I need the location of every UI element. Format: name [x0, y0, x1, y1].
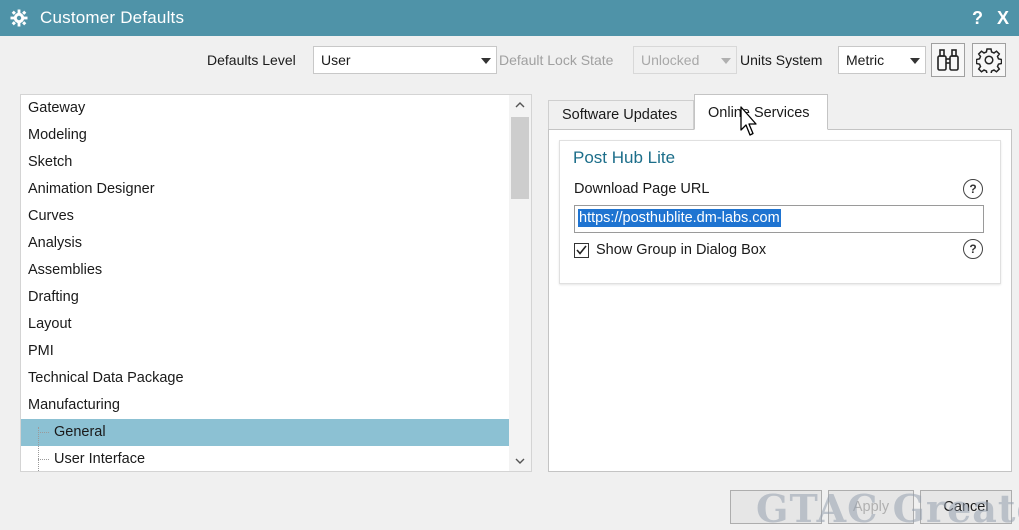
units-system-label: Units System: [740, 52, 823, 68]
chevron-up-icon: [515, 102, 525, 108]
tree-scrollbar[interactable]: [509, 95, 531, 471]
chevron-down-icon: [481, 58, 491, 64]
tree-item-gateway[interactable]: Gateway: [21, 95, 509, 122]
post-hub-lite-group: Post Hub Lite Download Page URL ? https:…: [559, 140, 1001, 284]
tree-item-label: Curves: [28, 208, 74, 224]
lock-state-value: Unlocked: [641, 52, 700, 68]
binoculars-icon: [937, 49, 959, 71]
defaults-level-label: Defaults Level: [207, 52, 296, 68]
tab-online-services[interactable]: Online Services: [694, 94, 828, 130]
scroll-thumb[interactable]: [511, 117, 529, 199]
tree-item-label: Drafting: [28, 289, 79, 305]
tree-item-label: Animation Designer: [28, 181, 155, 197]
tree-item-user-interface[interactable]: User Interface: [21, 446, 509, 471]
tree-item-drafting[interactable]: Drafting: [21, 284, 509, 311]
category-tree[interactable]: Gateway Modeling Sketch Animation Design…: [20, 94, 532, 472]
gear-icon: [9, 8, 29, 28]
chevron-down-icon: [515, 458, 525, 464]
tree-item-label: Sketch: [28, 154, 73, 170]
settings-button[interactable]: [972, 43, 1006, 77]
help-glyph: ?: [969, 182, 977, 196]
tree-item-modeling[interactable]: Modeling: [21, 122, 509, 149]
tab-label: Software Updates: [562, 107, 678, 123]
mouse-cursor-icon: [740, 106, 757, 136]
gear-icon: [976, 48, 1002, 73]
units-system-select[interactable]: Metric: [838, 46, 926, 74]
chevron-down-icon: [721, 58, 731, 64]
tree-connector: [38, 427, 39, 471]
tab-software-updates[interactable]: Software Updates: [548, 100, 694, 130]
tree-item-label: Analysis: [28, 235, 82, 251]
help-button[interactable]: ?: [972, 8, 983, 29]
checkmark-icon: [576, 245, 587, 255]
tree-item-label: Modeling: [28, 127, 87, 143]
scroll-up-button[interactable]: [509, 95, 531, 115]
download-url-value: https://posthublite.dm-labs.com: [578, 209, 781, 227]
find-button[interactable]: [931, 43, 965, 77]
tree-item-sketch[interactable]: Sketch: [21, 149, 509, 176]
download-url-input[interactable]: https://posthublite.dm-labs.com: [574, 205, 984, 233]
close-button[interactable]: X: [997, 8, 1009, 29]
window-title: Customer Defaults: [40, 8, 185, 27]
tree-item-label: Gateway: [28, 100, 86, 116]
watermark-text: GTAC Greater: [756, 486, 1019, 530]
tree-item-layout[interactable]: Layout: [21, 311, 509, 338]
tree-item-label: PMI: [28, 343, 54, 359]
scroll-down-button[interactable]: [509, 451, 531, 471]
tab-panel: Post Hub Lite Download Page URL ? https:…: [548, 129, 1012, 472]
tree-item-technical-data-package[interactable]: Technical Data Package: [21, 365, 509, 392]
toolbar: Defaults Level User Default Lock State U…: [0, 42, 1019, 80]
defaults-level-select[interactable]: User: [313, 46, 497, 74]
tree-item-analysis[interactable]: Analysis: [21, 230, 509, 257]
tree-item-manufacturing[interactable]: Manufacturing: [21, 392, 509, 419]
tree-item-assemblies[interactable]: Assemblies: [21, 257, 509, 284]
show-group-label: Show Group in Dialog Box: [596, 242, 767, 258]
tree-item-label: Manufacturing: [28, 397, 120, 413]
help-glyph: ?: [969, 242, 977, 256]
chevron-down-icon: [910, 58, 920, 64]
help-icon[interactable]: ?: [963, 239, 983, 259]
tree-item-label: Layout: [28, 316, 72, 332]
group-title: Post Hub Lite: [573, 148, 676, 167]
defaults-level-value: User: [321, 52, 351, 68]
tree-connector: [38, 432, 49, 433]
show-group-checkbox[interactable]: Show Group in Dialog Box: [574, 242, 766, 258]
tree-item-curves[interactable]: Curves: [21, 203, 509, 230]
lock-state-select: Unlocked: [633, 46, 737, 74]
checkbox-box[interactable]: [574, 242, 589, 258]
watermark-logo: GTAC Greater: [756, 486, 1019, 530]
units-system-value: Metric: [846, 52, 885, 68]
tree-item-label: General: [54, 424, 106, 440]
tree-item-label: Technical Data Package: [28, 370, 184, 386]
tree-connector: [38, 459, 49, 460]
title-bar: Customer Defaults ? X: [0, 0, 1019, 36]
tree-item-label: Assemblies: [28, 262, 103, 278]
tree-item-pmi[interactable]: PMI: [21, 338, 509, 365]
help-icon[interactable]: ?: [963, 179, 983, 199]
tree-item-animation-designer[interactable]: Animation Designer: [21, 176, 509, 203]
tree-item-label: User Interface: [54, 451, 146, 467]
tree-item-general[interactable]: General: [21, 419, 509, 446]
lock-state-label: Default Lock State: [499, 52, 614, 68]
download-url-label: Download Page URL: [574, 181, 710, 197]
